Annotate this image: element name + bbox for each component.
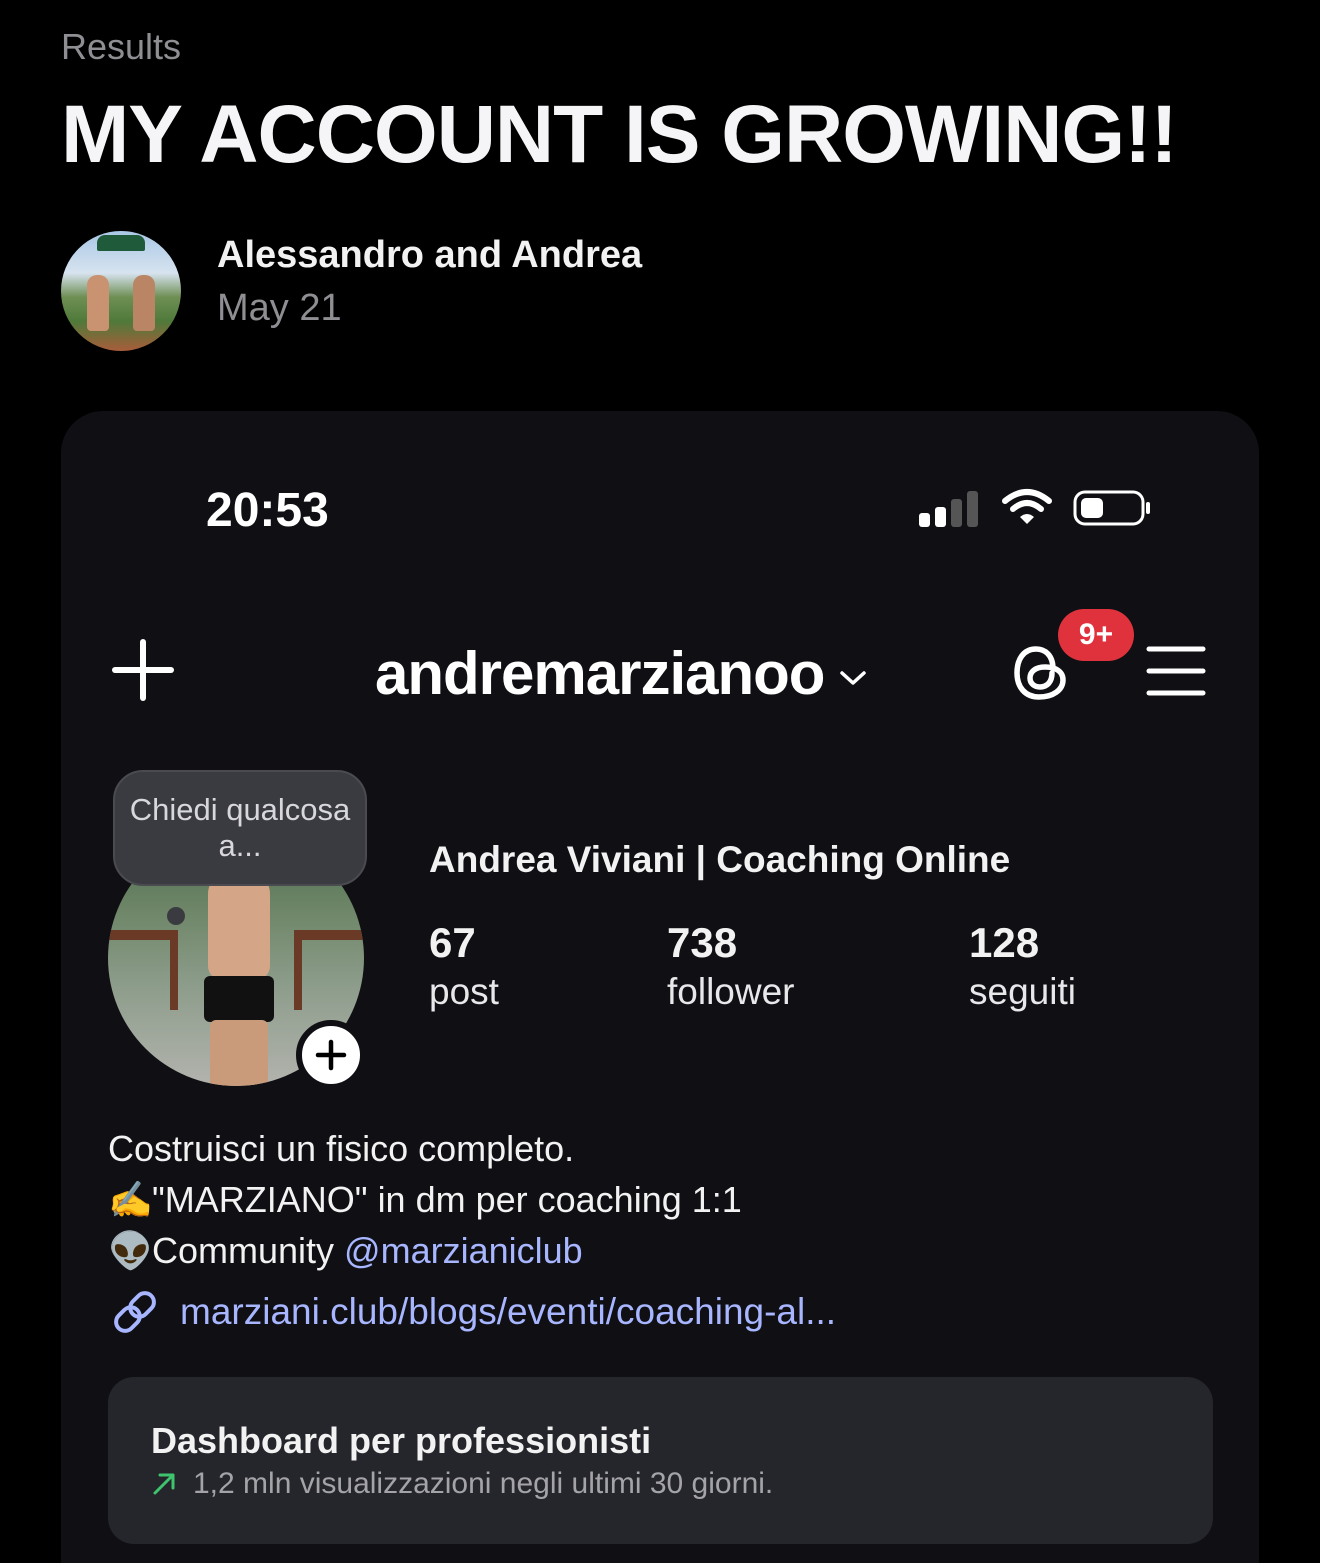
dashboard-title: Dashboard per professionisti (151, 1420, 652, 1461)
embedded-screenshot: 20:53 andremarzianoo 9+ Chiedi qualcosa … (61, 411, 1259, 1563)
bio-line-2: ✍️"MARZIANO" in dm per coaching 1:1 (108, 1174, 742, 1225)
plus-icon[interactable] (111, 638, 175, 702)
stat-label: follower (667, 971, 795, 1012)
stat-value: 128 (969, 919, 1040, 966)
notification-badge[interactable]: 9+ (1058, 609, 1134, 661)
battery-icon (1073, 490, 1150, 526)
photo-railing-right (294, 930, 364, 1010)
stat-label: post (429, 971, 499, 1012)
dashboard-subtitle-text: 1,2 mln visualizzazioni negli ultimi 30 … (193, 1467, 774, 1500)
cellular-signal-icon (919, 491, 983, 527)
add-story-button[interactable] (296, 1020, 366, 1090)
stat-value: 738 (667, 919, 738, 966)
writing-hand-icon: ✍️ (108, 1179, 153, 1220)
profile-header: andremarzianoo 9+ (61, 609, 1259, 731)
photo-person-torso (208, 870, 270, 980)
username: andremarzianoo (375, 640, 825, 707)
photo-person-shorts (204, 976, 274, 1022)
bio-line-1: Costruisci un fisico completo. (108, 1128, 575, 1169)
stat-posts[interactable]: 67 post (429, 919, 499, 1013)
display-name: Andrea Viviani | Coaching Online (429, 839, 1011, 880)
add-icon (315, 1039, 347, 1071)
trend-up-icon (153, 1473, 175, 1495)
bio-line-3-text: Community (152, 1230, 345, 1271)
photo-railing-left (108, 930, 178, 1010)
dashboard-subtitle: 1,2 mln visualizzazioni negli ultimi 30 … (151, 1467, 773, 1501)
wifi-icon (1002, 489, 1052, 524)
bio: Costruisci un fisico completo. ✍️"MARZIA… (108, 1123, 742, 1276)
link-icon (114, 1291, 156, 1333)
chevron-down-icon (840, 670, 867, 685)
post-title: MY ACCOUNT IS GROWING!! (61, 89, 1178, 180)
menu-icon[interactable] (1146, 644, 1206, 698)
professional-dashboard-card[interactable]: Dashboard per professionisti 1,2 mln vis… (108, 1377, 1213, 1544)
profile-link[interactable]: marziani.club/blogs/eventi/coaching-al..… (108, 1285, 836, 1339)
bio-line-2-text: "MARZIANO" in dm per coaching 1:1 (152, 1179, 742, 1220)
stat-value: 67 (429, 919, 476, 966)
category-label[interactable]: Results (61, 26, 181, 68)
stat-followers[interactable]: 738 follower (667, 919, 795, 1013)
account-switcher[interactable]: andremarzianoo (375, 639, 868, 708)
link-text: marziani.club/blogs/eventi/coaching-al..… (180, 1291, 837, 1332)
note-bubble[interactable]: Chiedi qualcosa a... (113, 770, 367, 886)
status-time: 20:53 (206, 484, 329, 537)
photo-person-legs (210, 1020, 268, 1086)
avatar-logo (97, 235, 145, 251)
note-bubble-tail (167, 907, 185, 925)
stat-following[interactable]: 128 seguiti (969, 919, 1076, 1013)
avatar-person-right (133, 275, 155, 331)
author-name[interactable]: Alessandro and Andrea (217, 234, 642, 277)
post-date: May 21 (217, 287, 342, 329)
author-avatar[interactable] (61, 231, 181, 351)
community-mention[interactable]: @marzianiclub (344, 1230, 583, 1271)
alien-icon: 👽 (108, 1230, 153, 1271)
stat-label: seguiti (969, 971, 1076, 1012)
bio-line-3: 👽Community @marzianiclub (108, 1225, 742, 1276)
avatar-person-left (87, 275, 109, 331)
